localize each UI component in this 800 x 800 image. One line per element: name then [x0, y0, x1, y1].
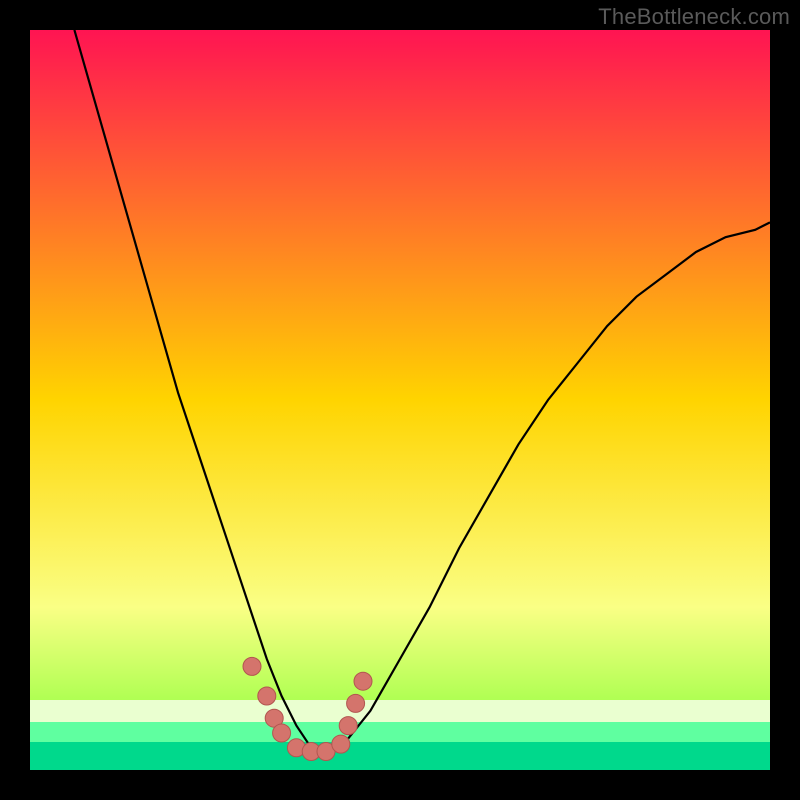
curve-marker	[258, 687, 276, 705]
curve-marker	[273, 724, 291, 742]
green-band-mint	[30, 722, 770, 742]
curve-marker	[339, 717, 357, 735]
green-band-teal	[30, 742, 770, 770]
curve-marker	[347, 694, 365, 712]
green-band-light	[30, 700, 770, 722]
chart-frame: { "watermark": "TheBottleneck.com", "col…	[0, 0, 800, 800]
bottleneck-chart	[0, 0, 800, 800]
watermark-text: TheBottleneck.com	[598, 4, 790, 30]
curve-marker	[243, 657, 261, 675]
curve-marker	[332, 735, 350, 753]
curve-marker	[354, 672, 372, 690]
